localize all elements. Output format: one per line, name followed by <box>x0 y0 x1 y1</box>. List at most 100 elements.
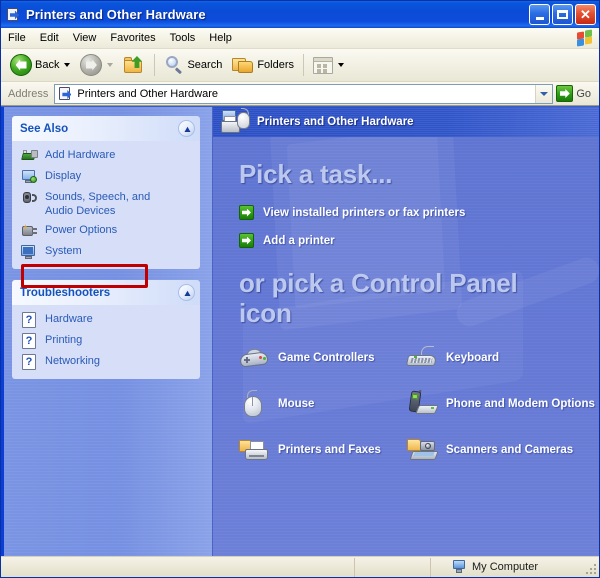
help-icon: ? <box>21 354 38 370</box>
task-label: Add a printer <box>263 234 335 247</box>
cp-item-phone-and-modem-options[interactable]: Phone and Modem Options <box>407 389 599 418</box>
menu-favorites[interactable]: Favorites <box>103 30 162 46</box>
views-dropdown-caret-icon[interactable] <box>338 63 345 67</box>
forward-button[interactable] <box>75 52 118 78</box>
forward-arrow-icon <box>80 54 103 76</box>
up-folder-icon <box>123 55 145 75</box>
game-controllers-icon <box>239 344 269 372</box>
task-list: View installed printers or fax printers … <box>239 205 599 248</box>
views-icon <box>313 56 334 74</box>
search-label: Search <box>187 59 223 71</box>
panel-troubleshooters-header[interactable]: Troubleshooters ▲ <box>12 280 200 305</box>
cp-item-game-controllers[interactable]: Game Controllers <box>239 344 407 372</box>
sidebar-item-printing-troubleshooter[interactable]: ? Printing <box>21 333 192 349</box>
printers-and-hardware-icon <box>220 108 254 138</box>
folders-label: Folders <box>257 59 295 71</box>
sidebar-item-label: Add Hardware <box>45 149 116 161</box>
forward-dropdown-caret-icon[interactable] <box>107 63 114 67</box>
sidebar-item-label: Networking <box>45 355 101 367</box>
power-options-icon <box>21 223 38 239</box>
task-add-a-printer[interactable]: Add a printer <box>239 233 599 248</box>
scanners-and-cameras-icon <box>407 436 439 464</box>
chevron-up-icon[interactable]: ▲ <box>178 120 195 137</box>
main-header-title: Printers and Other Hardware <box>257 116 414 128</box>
cp-item-label: Phone and Modem Options <box>446 397 595 410</box>
menu-help[interactable]: Help <box>202 30 239 46</box>
back-button[interactable]: Back <box>5 52 75 78</box>
keyboard-icon <box>405 344 438 372</box>
help-icon: ? <box>21 312 38 328</box>
display-icon <box>21 169 38 185</box>
resize-grip[interactable] <box>586 564 597 575</box>
folders-button[interactable]: Folders <box>227 52 299 78</box>
sidebar-item-power-options[interactable]: Power Options <box>21 223 192 239</box>
sidebar-item-system[interactable]: System <box>21 244 192 260</box>
menu-view[interactable]: View <box>66 30 104 46</box>
cp-item-label: Game Controllers <box>278 351 375 364</box>
sounds-icon <box>21 190 38 206</box>
add-hardware-icon <box>21 148 38 164</box>
task-view-installed-printers[interactable]: View installed printers or fax printers <box>239 205 599 220</box>
views-button[interactable] <box>308 52 349 78</box>
status-left-cell <box>1 557 355 577</box>
minimize-button[interactable] <box>529 4 550 25</box>
control-panel-folder-icon <box>5 7 21 23</box>
panel-troubleshooters: Troubleshooters ▲ ? Hardware ? Printing … <box>12 280 200 379</box>
minimize-icon <box>536 17 544 20</box>
search-icon <box>164 55 184 75</box>
close-button[interactable]: ✕ <box>575 4 596 25</box>
status-middle-cell <box>355 557 431 577</box>
cp-item-printers-and-faxes[interactable]: Printers and Faxes <box>239 436 407 464</box>
menu-bar: File Edit View Favorites Tools Help <box>1 28 599 49</box>
explorer-window: Printers and Other Hardware ✕ File Edit … <box>0 0 600 578</box>
menu-tools[interactable]: Tools <box>163 30 203 46</box>
chevron-down-icon <box>540 91 549 96</box>
green-arrow-icon <box>239 205 254 220</box>
sidebar-item-label: Sounds, Speech, and Audio Devices <box>45 191 151 217</box>
panel-see-also-header[interactable]: See Also ▲ <box>12 116 200 141</box>
sidebar-item-hardware-troubleshooter[interactable]: ? Hardware <box>21 312 192 328</box>
sidebar-item-label: Display <box>45 170 82 182</box>
sidebar: See Also ▲ Add Hardware Display Sounds, … <box>1 107 212 556</box>
up-one-level-button[interactable] <box>118 52 150 78</box>
go-arrow-icon <box>556 85 574 102</box>
close-icon: ✕ <box>580 7 591 22</box>
toolbar-separator <box>303 54 305 76</box>
pick-a-task-heading: Pick a task... <box>239 159 393 189</box>
address-value: Printers and Other Hardware <box>77 87 218 100</box>
search-button[interactable]: Search <box>159 52 227 78</box>
sidebar-item-sounds-speech-audio[interactable]: Sounds, Speech, and Audio Devices <box>21 190 192 218</box>
address-label: Address <box>8 87 49 100</box>
toolbar: Back Search Folders <box>1 49 599 82</box>
status-zone-cell: My Computer <box>431 558 599 577</box>
cp-item-scanners-and-cameras[interactable]: Scanners and Cameras <box>407 436 599 464</box>
sidebar-item-label: System <box>45 245 82 257</box>
back-label: Back <box>35 59 60 71</box>
window-title: Printers and Other Hardware <box>26 7 206 22</box>
sidebar-item-add-hardware[interactable]: Add Hardware <box>21 148 192 164</box>
address-dropdown-button[interactable] <box>535 84 553 103</box>
main-header-band: Printers and Other Hardware <box>213 107 599 137</box>
chevron-up-icon[interactable]: ▲ <box>178 284 195 301</box>
sidebar-item-networking-troubleshooter[interactable]: ? Networking <box>21 354 192 370</box>
panel-troubleshooters-body: ? Hardware ? Printing ? Networking <box>12 305 200 379</box>
title-bar: Printers and Other Hardware ✕ <box>1 1 599 28</box>
cp-item-label: Printers and Faxes <box>278 443 381 456</box>
cp-item-mouse[interactable]: Mouse <box>239 390 407 418</box>
control-panel-folder-icon <box>58 86 73 101</box>
cp-item-keyboard[interactable]: Keyboard <box>405 344 599 372</box>
menu-file[interactable]: File <box>1 30 33 46</box>
system-icon <box>21 244 38 260</box>
sidebar-item-display[interactable]: Display <box>21 169 192 185</box>
maximize-button[interactable] <box>552 4 573 25</box>
back-dropdown-caret-icon[interactable] <box>64 63 71 67</box>
address-input[interactable]: Printers and Other Hardware <box>54 83 554 104</box>
help-icon: ? <box>21 333 38 349</box>
address-bar: Address Printers and Other Hardware Go <box>1 82 599 106</box>
menu-edit[interactable]: Edit <box>33 30 66 46</box>
go-button[interactable]: Go <box>553 83 596 105</box>
sidebar-item-label: Power Options <box>45 224 118 236</box>
window-controls: ✕ <box>529 4 596 25</box>
main-content: Pick a task... View installed printers o… <box>213 137 599 464</box>
windows-flag-icon <box>575 29 594 47</box>
